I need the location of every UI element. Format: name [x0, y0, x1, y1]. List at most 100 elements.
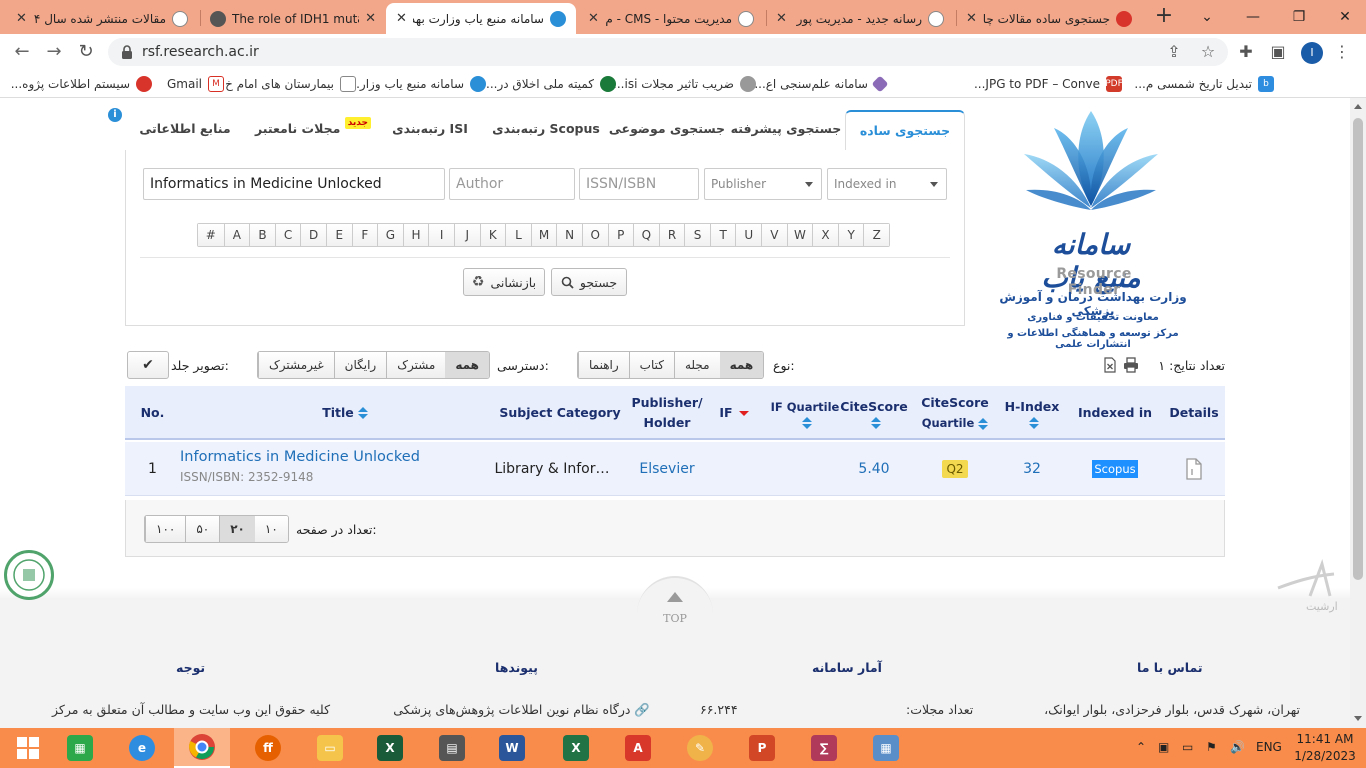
tab-subject-search[interactable]: جستجوی موضوعی: [607, 110, 727, 150]
scroll-up-icon[interactable]: [1354, 104, 1362, 109]
tray-network-icon[interactable]: ▣: [1158, 740, 1169, 754]
tab-search-chevron-icon[interactable]: ⌄: [1184, 0, 1230, 34]
browser-tab-articles[interactable]: ✕ مقالات منتشر شده سال ۱۴: [6, 3, 198, 34]
address-bar[interactable]: rsf.research.ac.ir ⇪ ☆: [108, 38, 1228, 66]
tray-battery-icon[interactable]: ▭: [1182, 740, 1193, 754]
bookmark-jpg-to-pdf[interactable]: PDF JPG to PDF – Conve...: [974, 75, 1123, 93]
new-tab-button[interactable]: +: [1152, 5, 1176, 29]
start-button[interactable]: [0, 728, 56, 768]
browser-tab-idh1[interactable]: The role of IDH1 mutati ✕: [200, 3, 386, 34]
letter-button[interactable]: Z: [863, 224, 890, 246]
profile-avatar[interactable]: I: [1301, 42, 1323, 64]
side-panel-icon[interactable]: ▣: [1268, 42, 1288, 62]
author-input[interactable]: Author: [449, 168, 575, 200]
info-icon[interactable]: i: [108, 108, 122, 122]
bookmark-gmail[interactable]: M Gmail: [167, 75, 224, 93]
letter-button[interactable]: U: [735, 224, 762, 246]
letter-button[interactable]: W: [786, 224, 813, 246]
close-icon[interactable]: ✕: [396, 11, 407, 26]
sort-desc-icon[interactable]: [738, 410, 749, 416]
share-icon[interactable]: ⇪: [1164, 42, 1184, 62]
scroll-down-icon[interactable]: [1354, 716, 1362, 721]
scopus-badge[interactable]: Scopus: [1092, 460, 1138, 478]
indexed-in-select[interactable]: Indexed in: [827, 168, 947, 200]
bookmark-research-info[interactable]: سیستم اطلاعات پژوه...: [11, 75, 152, 93]
tab-information-sources[interactable]: منابع اطلاعاتی: [135, 110, 235, 150]
letter-button[interactable]: P: [607, 224, 634, 246]
excel-export-icon[interactable]: [1102, 357, 1118, 373]
tab-advanced-search[interactable]: جستجوی پیشرفته: [727, 110, 845, 150]
letter-button[interactable]: Y: [837, 224, 864, 246]
tray-volume-icon[interactable]: 🔊: [1230, 740, 1245, 754]
taskbar-explorer[interactable]: ▭: [302, 728, 358, 768]
menu-kebab-icon[interactable]: ⋮: [1332, 42, 1352, 62]
tab-isi-ranking[interactable]: رتبه‌بندی ISI: [375, 110, 485, 150]
type-option-journal[interactable]: مجله: [673, 352, 720, 378]
reload-icon[interactable]: ↻: [74, 40, 98, 64]
letter-button[interactable]: B: [249, 224, 275, 246]
taskbar-powerpoint[interactable]: P: [734, 728, 790, 768]
access-option-free[interactable]: رایگان: [333, 352, 387, 378]
taskbar-clock[interactable]: 11:41 AM 1/28/2023: [1294, 731, 1356, 765]
taskbar-calculator[interactable]: ▦: [858, 728, 914, 768]
col-header-citescore[interactable]: CiteScore: [837, 386, 911, 440]
cover-image-toggle[interactable]: ✔: [127, 351, 169, 379]
reset-button[interactable]: ♻ بازنشانی: [463, 268, 545, 296]
document-details-icon[interactable]: [1185, 458, 1203, 480]
access-option-non-subscribed[interactable]: غیرمشترک: [258, 352, 334, 378]
browser-tab-cms[interactable]: ✕ مدیریت محتوا - CMS - م: [578, 3, 764, 34]
letter-button[interactable]: D: [300, 224, 326, 246]
title-search-input[interactable]: Informatics in Medicine Unlocked: [143, 168, 445, 200]
bookmark-isi-impact[interactable]: ضریب تاثیر مجلات isi...: [613, 75, 756, 93]
search-button[interactable]: جستجو: [551, 268, 627, 296]
letter-button[interactable]: Q: [633, 224, 659, 246]
letter-button[interactable]: E: [325, 224, 352, 246]
letter-button[interactable]: N: [556, 224, 582, 246]
letter-button[interactable]: I: [428, 224, 454, 246]
tray-language[interactable]: ENG: [1256, 740, 1282, 754]
tab-scopus-ranking[interactable]: رتبه‌بندی Scopus: [485, 110, 607, 150]
print-icon[interactable]: [1123, 357, 1139, 373]
letter-button[interactable]: T: [709, 224, 736, 246]
restore-icon[interactable]: ❐: [1276, 0, 1322, 34]
letter-button[interactable]: K: [479, 224, 506, 246]
letter-button[interactable]: O: [581, 224, 608, 246]
bookmark-hospitals[interactable]: بیمارستان های امام خ...: [214, 75, 356, 93]
tray-chevron-up-icon[interactable]: ⌃: [1136, 740, 1146, 754]
taskbar-firefox[interactable]: ff: [240, 728, 296, 768]
close-icon[interactable]: ✕: [588, 11, 599, 26]
letter-button[interactable]: V: [761, 224, 787, 246]
forward-arrow-icon[interactable]: →: [42, 40, 66, 64]
taskbar-ie[interactable]: e: [114, 728, 170, 768]
journal-title-link[interactable]: Informatics in Medicine Unlocked: [180, 449, 420, 465]
page-size-option[interactable]: ۱۰: [254, 516, 288, 542]
tab-simple-search[interactable]: جستجوی ساده: [845, 110, 965, 150]
browser-tab-resource-finder[interactable]: ✕ سامانه منبع یاب وزارت بهد: [386, 3, 576, 34]
taskbar-acrobat[interactable]: A: [610, 728, 666, 768]
col-header-if[interactable]: IF: [709, 386, 759, 440]
letter-button[interactable]: R: [658, 224, 685, 246]
letter-button[interactable]: X: [812, 224, 838, 246]
bookmark-resource-finder[interactable]: سامانه منبع یاب وزار...: [348, 75, 486, 93]
close-icon[interactable]: ✕: [776, 11, 787, 26]
scroll-thumb[interactable]: [1353, 118, 1363, 580]
taskbar-store[interactable]: ▦: [52, 728, 108, 768]
access-option-subscribed[interactable]: مشترک: [386, 352, 446, 378]
extensions-puzzle-icon[interactable]: ✚: [1236, 42, 1256, 62]
type-option-all[interactable]: همه: [719, 352, 764, 378]
taskbar-word[interactable]: W: [484, 728, 540, 768]
taskbar-chrome[interactable]: [174, 728, 230, 768]
letter-button[interactable]: G: [377, 224, 403, 246]
letter-button[interactable]: A: [223, 224, 250, 246]
taskbar-excel[interactable]: X: [548, 728, 604, 768]
page-scrollbar[interactable]: [1350, 98, 1366, 728]
issn-input[interactable]: ISSN/ISBN: [579, 168, 699, 200]
page-size-option[interactable]: ۱۰۰: [145, 516, 186, 542]
tray-flag-icon[interactable]: ⚑: [1206, 740, 1217, 754]
browser-tab-simple-search[interactable]: ✕ جستجوی ساده مقالات چا: [956, 3, 1142, 34]
taskbar-scanner[interactable]: ▤: [424, 728, 480, 768]
taskbar-calc-sheet[interactable]: X: [362, 728, 418, 768]
taskbar-paint[interactable]: ✎: [672, 728, 728, 768]
letter-button[interactable]: #: [198, 224, 224, 246]
close-icon[interactable]: ✕: [365, 11, 376, 26]
